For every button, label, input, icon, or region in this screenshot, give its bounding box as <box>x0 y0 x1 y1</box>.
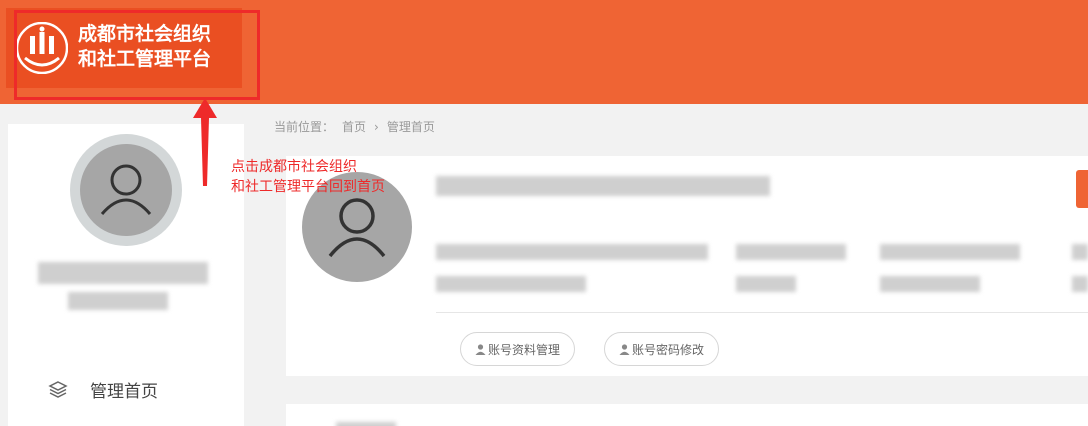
account-profile-label: 账号资料管理 <box>488 342 561 357</box>
breadcrumb-prefix: 当前位置： <box>274 120 335 134</box>
avatar-circle <box>80 144 172 236</box>
user-icon <box>619 343 630 355</box>
breadcrumb-home-link[interactable]: 首页 <box>342 118 366 135</box>
card-divider <box>436 312 1088 313</box>
redacted-info-2 <box>436 276 586 292</box>
redacted-info-3 <box>736 244 846 260</box>
redacted-role <box>68 292 168 310</box>
annotation-highlight-box <box>14 10 260 100</box>
breadcrumb-current: 管理首页 <box>386 120 435 134</box>
sidebar-avatar[interactable] <box>70 134 182 246</box>
breadcrumb: 当前位置： 首页 › 管理首页 <box>274 118 443 135</box>
breadcrumb-separator: › <box>374 119 379 134</box>
sidebar-item-label: 管理首页 <box>90 381 158 402</box>
redacted-info-5 <box>880 244 1020 260</box>
redacted-username <box>38 262 208 284</box>
redacted-section-title <box>336 422 396 426</box>
account-profile-button[interactable]: 账号资料管理 <box>460 332 576 366</box>
redacted-info-4 <box>736 276 796 292</box>
change-password-label: 账号密码修改 <box>632 342 705 357</box>
change-password-button[interactable]: 账号密码修改 <box>604 332 720 366</box>
annotation-arrow-icon <box>193 98 217 186</box>
layers-icon <box>48 381 68 398</box>
user-icon <box>475 343 486 355</box>
user-silhouette-icon <box>100 164 152 215</box>
profile-card: 账号资料管理 账号密码修改 <box>286 156 1088 376</box>
redacted-info-8 <box>1072 276 1088 292</box>
top-header: 成都市社会组织 和社工管理平台 <box>0 0 1088 104</box>
redacted-info-7 <box>1072 244 1088 260</box>
redacted-org-name <box>436 176 770 196</box>
annotation-text: 点击成都市社会组织 和社工管理平台回到首页 <box>231 159 385 195</box>
sidebar-item-home[interactable]: 管理首页 <box>48 376 158 402</box>
redacted-info-1 <box>436 244 708 260</box>
action-button-partial[interactable] <box>1076 170 1088 208</box>
secondary-card <box>286 404 1088 426</box>
redacted-info-6 <box>880 276 980 292</box>
